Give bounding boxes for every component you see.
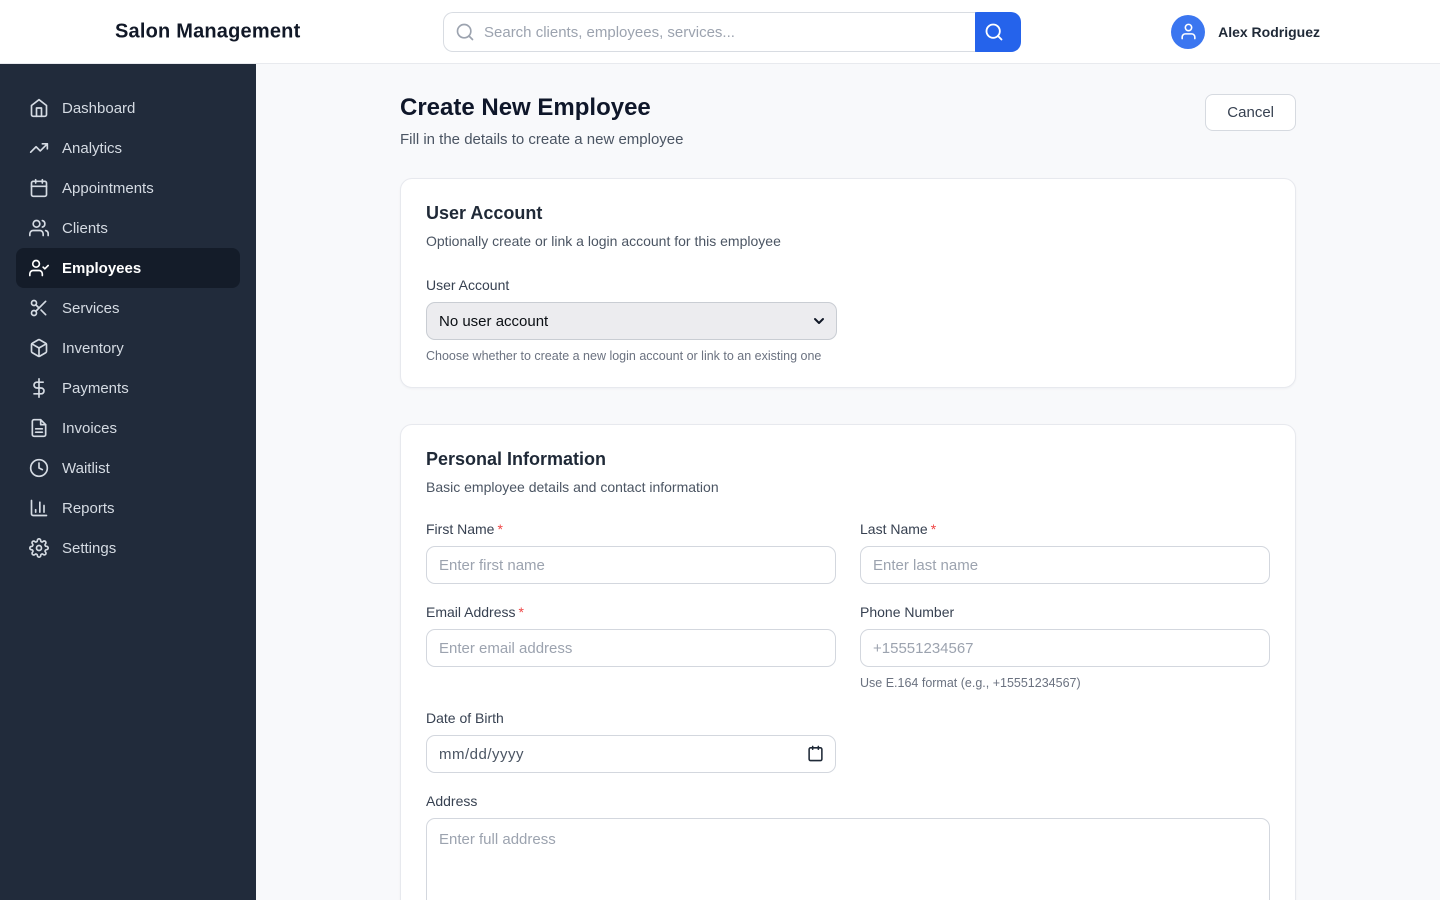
phone-group: Phone Number Use E.164 format (e.g., +15… <box>860 604 1270 690</box>
package-icon <box>29 338 49 358</box>
avatar <box>1171 14 1206 49</box>
card-title: Personal Information <box>426 449 607 469</box>
sidebar-item-dashboard[interactable]: Dashboard <box>16 88 240 128</box>
sidebar-item-label: Appointments <box>62 179 154 197</box>
card-title: User Account <box>426 203 543 223</box>
global-search <box>443 12 1021 52</box>
scissors-icon <box>29 298 49 318</box>
page-header: Create New Employee Fill in the details … <box>400 94 1296 148</box>
email-label: Email Address * <box>426 604 524 620</box>
phone-label: Phone Number <box>860 604 955 620</box>
user-menu[interactable]: Alex Rodriguez <box>1171 14 1320 49</box>
sidebar-item-payments[interactable]: Payments <box>16 368 240 408</box>
sidebar-item-clients[interactable]: Clients <box>16 208 240 248</box>
user-account-select[interactable]: No user account <box>426 302 837 340</box>
users-icon <box>29 218 49 238</box>
phone-field[interactable] <box>860 629 1270 667</box>
first-name-label: First Name * <box>426 521 503 537</box>
search-icon <box>455 22 475 42</box>
bar-chart-icon <box>29 498 49 518</box>
sidebar-item-analytics[interactable]: Analytics <box>16 128 240 168</box>
last-name-field[interactable] <box>860 546 1270 584</box>
card-description: Optionally create or link a login accoun… <box>426 233 781 249</box>
user-account-label: User Account <box>426 277 510 293</box>
page-subtitle: Fill in the details to create a new empl… <box>400 131 684 148</box>
address-field[interactable] <box>426 818 1270 900</box>
sidebar-item-waitlist[interactable]: Waitlist <box>16 448 240 488</box>
search-button[interactable] <box>967 12 1021 52</box>
dollar-icon <box>29 378 49 398</box>
search-icon <box>984 22 1004 42</box>
main-content: Create New Employee Fill in the details … <box>256 64 1440 900</box>
dob-group: Date of Birth <box>426 710 836 773</box>
sidebar-item-label: Invoices <box>62 419 118 437</box>
sidebar-item-label: Settings <box>62 539 117 557</box>
trending-up-icon <box>29 138 49 158</box>
sidebar-item-label: Reports <box>62 499 115 517</box>
sidebar-item-label: Services <box>62 299 120 317</box>
home-icon <box>29 98 49 118</box>
calendar-icon <box>29 178 49 198</box>
dob-field[interactable] <box>426 735 836 773</box>
address-group: Address <box>426 793 1270 900</box>
app-title: Salon Management <box>115 20 301 42</box>
email-group: Email Address * <box>426 604 836 690</box>
file-text-icon <box>29 418 49 438</box>
user-account-help: Choose whether to create a new login acc… <box>426 349 822 363</box>
required-asterisk: * <box>497 521 503 537</box>
sidebar-item-label: Employees <box>62 259 142 277</box>
card-description: Basic employee details and contact infor… <box>426 479 719 495</box>
app-header: Salon Management Alex Rodriguez <box>0 0 1440 64</box>
user-account-card: User Account Optionally create or link a… <box>400 178 1296 388</box>
dob-label: Date of Birth <box>426 710 504 726</box>
phone-help: Use E.164 format (e.g., +15551234567) <box>860 676 1081 690</box>
sidebar-item-label: Inventory <box>62 339 124 357</box>
clock-icon <box>29 458 49 478</box>
sidebar-item-inventory[interactable]: Inventory <box>16 328 240 368</box>
sidebar-item-services[interactable]: Services <box>16 288 240 328</box>
first-name-group: First Name * <box>426 521 836 584</box>
first-name-field[interactable] <box>426 546 836 584</box>
cancel-button[interactable]: Cancel <box>1205 94 1296 131</box>
address-label: Address <box>426 793 478 809</box>
sidebar-item-label: Dashboard <box>62 99 136 117</box>
sidebar-item-label: Analytics <box>62 139 123 157</box>
sidebar-item-appointments[interactable]: Appointments <box>16 168 240 208</box>
required-asterisk: * <box>518 604 524 620</box>
sidebar-item-invoices[interactable]: Invoices <box>16 408 240 448</box>
email-field[interactable] <box>426 629 836 667</box>
sidebar-item-settings[interactable]: Settings <box>16 528 240 568</box>
search-input[interactable] <box>443 12 975 52</box>
sidebar-item-employees[interactable]: Employees <box>16 248 240 288</box>
gear-icon <box>29 538 49 558</box>
sidebar-item-label: Clients <box>62 219 108 237</box>
sidebar-item-label: Waitlist <box>62 459 110 477</box>
page-title: Create New Employee <box>400 94 651 121</box>
user-name: Alex Rodriguez <box>1218 23 1320 40</box>
sidebar-item-label: Payments <box>62 379 129 397</box>
user-check-icon <box>29 258 49 278</box>
sidebar-item-reports[interactable]: Reports <box>16 488 240 528</box>
last-name-group: Last Name * <box>860 521 1270 584</box>
personal-info-card: Personal Information Basic employee deta… <box>400 424 1296 900</box>
required-asterisk: * <box>930 521 937 537</box>
last-name-label: Last Name * <box>860 521 937 537</box>
sidebar: Dashboard Analytics Appointments Clients… <box>0 64 256 900</box>
